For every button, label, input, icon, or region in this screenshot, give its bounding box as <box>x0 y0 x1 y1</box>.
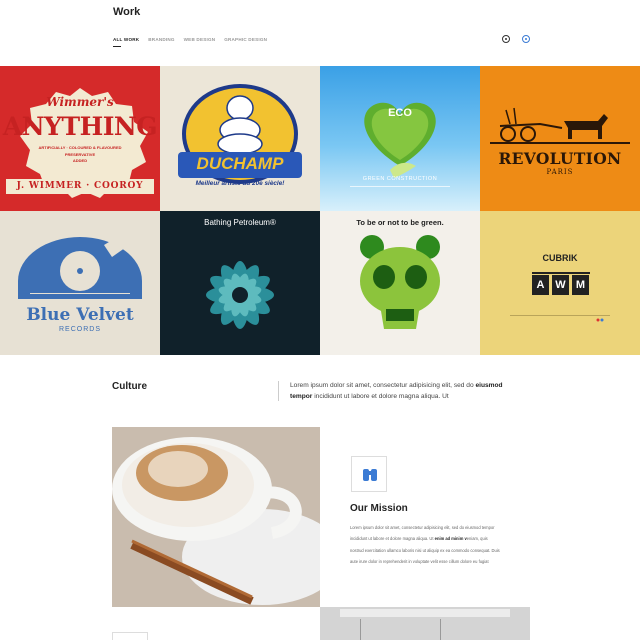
portfolio-item-wimmers[interactable]: Wimmer's ANYTHING ARTIFICIALLY · COLOURE… <box>0 66 160 211</box>
portfolio-item-duchamp[interactable]: DUCHAMP Meilleur artiste du 20e siècle! <box>160 66 320 211</box>
cooroy-text: J. WIMMER · COOROY <box>16 181 144 191</box>
coffee-photo <box>112 427 320 607</box>
records-text: RECORDS <box>58 325 101 333</box>
added-text: ADDED <box>72 158 88 163</box>
bathing-petroleum-text: Bathing Petroleum® <box>204 217 276 227</box>
filter-graphic-design[interactable]: GRAPHIC DESIGN <box>224 37 267 42</box>
eco-text: ECO <box>388 107 412 119</box>
mission-line-1: Lorem ipsum dolor sit amet, consectetur … <box>350 525 495 530</box>
culture-paragraph: Lorem ipsum dolor sit amet, consectetur … <box>290 380 510 402</box>
portfolio-item-bathing-petroleum[interactable]: Bathing Petroleum® <box>160 210 320 355</box>
portfolio-item-cubrik[interactable]: CUBRIK A W M <box>480 210 640 355</box>
duchamp-tagline: Meilleur artiste du 20e siècle! <box>195 180 285 187</box>
culture-text-b: incididunt ut labore et dolore magna ali… <box>314 393 449 400</box>
cubrik-text: CUBRIK <box>542 252 578 263</box>
interior-photo <box>320 607 530 640</box>
green-construction-text: GREEN CONSTRUCTION <box>362 176 438 182</box>
settings-icon[interactable] <box>502 35 510 43</box>
portfolio-item-revolution[interactable]: REVOLUTION PARIS <box>480 66 640 211</box>
mission-line-2a: incididunt ut labore et dolore magna ali… <box>350 536 434 542</box>
filter-all-work[interactable]: ALL WORK <box>113 37 139 47</box>
revolution-text: REVOLUTION <box>498 149 622 168</box>
mission-line-2: incididunt ut labore et dolore magna ali… <box>350 533 530 544</box>
section-icon-box <box>112 632 148 640</box>
cubrik-letter-w: W <box>555 278 566 291</box>
culture-heading: Culture <box>112 381 147 392</box>
page-title: Work <box>113 6 141 18</box>
blue-velvet-text: Blue Velvet <box>26 304 134 325</box>
globe-icon[interactable] <box>522 35 530 43</box>
panda-skull-graphic <box>360 234 440 329</box>
coffee-cup-image <box>112 427 320 607</box>
cubrik-letter-a: A <box>536 278 545 291</box>
duchamp-mascot-graphic <box>178 84 302 184</box>
paris-text: PARIS <box>546 168 574 176</box>
page-header: Work ALL WORK BRANDING WEB DESIGN GRAPHI… <box>0 0 640 66</box>
cubrik-letter-m: M <box>575 278 586 291</box>
anything-text: ANYTHING <box>2 112 158 141</box>
mission-line-3: nostrud exercitation ullamco laboris nis… <box>350 547 500 553</box>
binoculars-icon <box>351 456 387 492</box>
filter-branding[interactable]: BRANDING <box>148 37 174 42</box>
coloured-text: ARTIFICIALLY · COLOURED & FLAVOURED <box>38 145 122 150</box>
portfolio-item-eco[interactable]: ECO GREEN CONSTRUCTION <box>320 66 480 211</box>
preservative-text: PRESERVATIVE <box>64 152 96 157</box>
horse-cart-graphic <box>490 107 630 144</box>
vinyl-record-graphic <box>18 232 142 299</box>
petal-flower-graphic <box>206 260 274 329</box>
mission-line-2b: eniam, quis <box>466 536 488 542</box>
culture-divider <box>278 381 279 401</box>
culture-text-a: Lorem ipsum dolor sit amet, consectetur … <box>290 382 474 389</box>
eco-heart-graphic <box>350 102 450 187</box>
portfolio-item-blue-velvet[interactable]: Blue Velvet RECORDS <box>0 210 160 355</box>
mission-paragraph: Lorem ipsum dolor sit amet, consectetur … <box>350 522 530 567</box>
mission-line-2-bold: enim ad minim v <box>434 536 467 542</box>
portfolio-filters: ALL WORK BRANDING WEB DESIGN GRAPHIC DES… <box>113 37 267 47</box>
mission-line-4: aute irure dolor in reprehenderit in vol… <box>350 558 489 564</box>
portfolio-grid: Wimmer's ANYTHING ARTIFICIALLY · COLOURE… <box>0 66 640 355</box>
portfolio-item-green-panda[interactable]: To be or not to be green. <box>320 210 480 355</box>
to-be-green-text: To be or not to be green. <box>356 217 444 227</box>
duchamp-text: DUCHAMP <box>196 154 284 173</box>
mission-heading: Our Mission <box>350 503 408 514</box>
filter-web-design[interactable]: WEB DESIGN <box>184 37 216 42</box>
wimmers-script: Wimmer's <box>46 95 114 109</box>
